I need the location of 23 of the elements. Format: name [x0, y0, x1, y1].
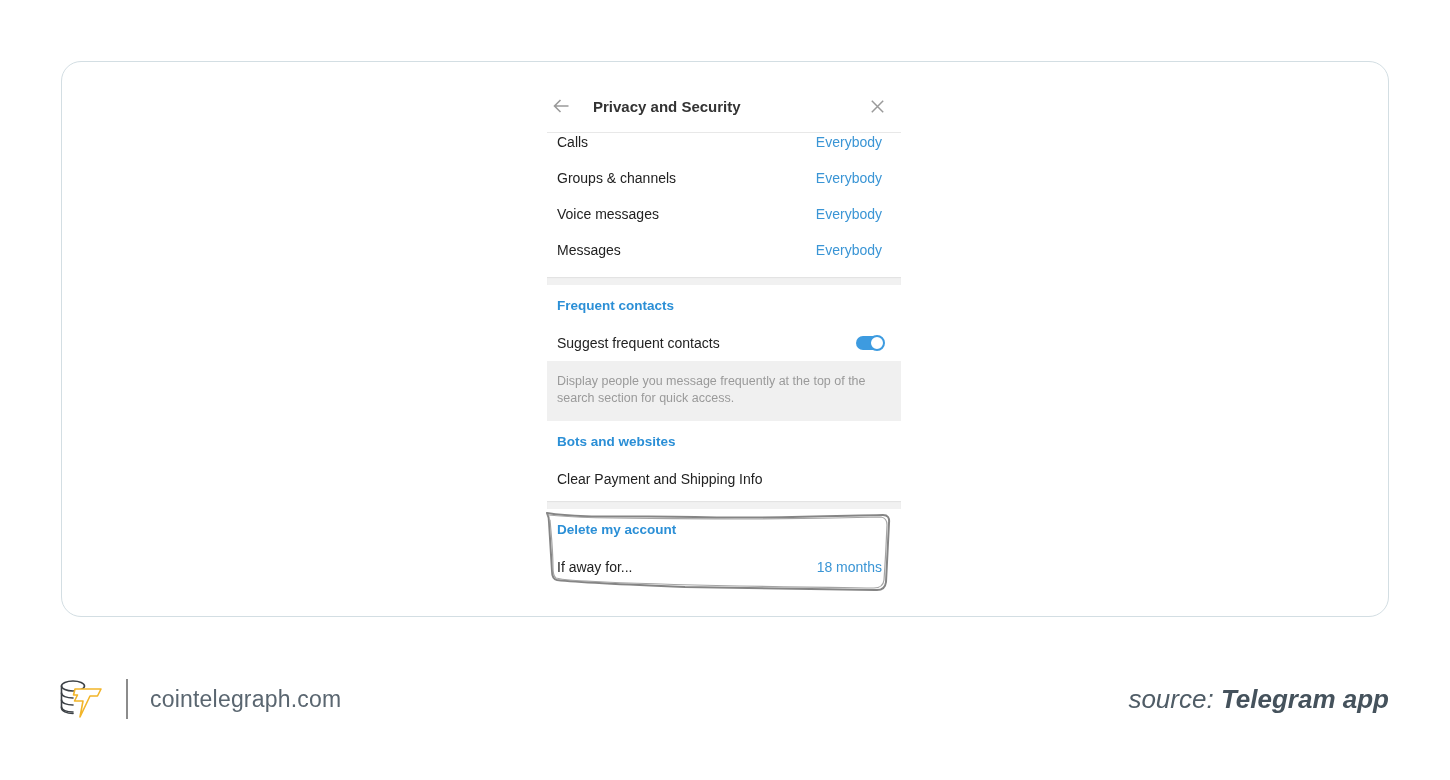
section-note: Display people you message frequently at the top of the search section for quick access. — [547, 361, 901, 421]
setting-value[interactable]: Everybody — [815, 242, 882, 258]
section-heading: Bots and websites — [556, 433, 677, 451]
site-name: cointelegraph.com — [150, 685, 342, 713]
toggle-switch[interactable] — [856, 336, 884, 350]
back-arrow-icon[interactable] — [553, 99, 569, 113]
setting-label: If away for... — [557, 559, 633, 575]
setting-value[interactable]: 18 months — [816, 559, 882, 575]
close-icon[interactable] — [871, 99, 884, 113]
setting-label: Messages — [557, 242, 621, 258]
setting-label: Calls — [557, 134, 589, 150]
action-link[interactable]: Clear Payment and Shipping Info — [557, 471, 763, 487]
coin-stack-icon — [60, 679, 102, 719]
source-credit: source: Telegram app — [1128, 683, 1389, 715]
section-heading: Frequent contacts — [556, 297, 676, 315]
panel-title: Privacy and Security — [593, 97, 742, 115]
setting-value[interactable]: Everybody — [815, 206, 882, 222]
setting-label: Suggest frequent contacts — [557, 335, 720, 351]
setting-label: Groups & channels — [557, 170, 677, 186]
section-heading: Delete my account — [556, 521, 678, 539]
setting-value[interactable]: Everybody — [815, 170, 882, 186]
setting-value[interactable]: Everybody — [815, 134, 882, 150]
setting-label: Voice messages — [557, 206, 659, 222]
